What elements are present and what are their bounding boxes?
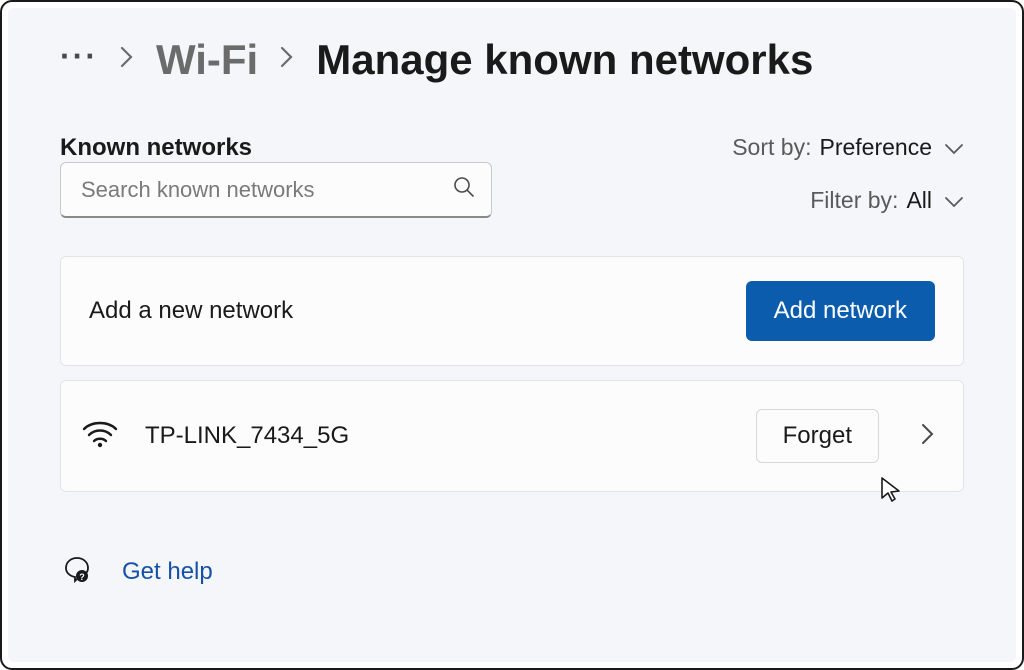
chevron-right-icon xyxy=(120,46,134,74)
filter-by-dropdown[interactable]: Filter by: All xyxy=(810,187,964,214)
breadcrumb-overflow-button[interactable]: ··· xyxy=(60,38,98,83)
help-row: ? Get help xyxy=(60,554,964,589)
breadcrumb-parent-link[interactable]: Wi-Fi xyxy=(156,36,258,84)
filter-by-label: Filter by: xyxy=(810,187,898,214)
forget-button[interactable]: Forget xyxy=(756,409,879,463)
wifi-icon xyxy=(81,419,119,454)
chevron-down-icon xyxy=(944,134,964,161)
sort-by-value: Preference xyxy=(819,134,932,161)
breadcrumb: ··· Wi-Fi Manage known networks xyxy=(60,36,964,84)
cursor-icon xyxy=(879,476,903,509)
chevron-right-icon xyxy=(280,46,294,74)
search-input[interactable] xyxy=(81,177,453,203)
search-box[interactable] xyxy=(60,162,492,218)
get-help-link[interactable]: Get help xyxy=(122,558,213,586)
search-icon xyxy=(453,176,475,203)
sort-by-label: Sort by: xyxy=(732,134,811,161)
filter-by-value: All xyxy=(906,187,932,214)
chevron-down-icon xyxy=(944,187,964,214)
page-title: Manage known networks xyxy=(316,36,813,84)
network-row[interactable]: TP-LINK_7434_5G Forget xyxy=(60,380,964,492)
add-network-label: Add a new network xyxy=(89,297,293,325)
chevron-right-icon[interactable] xyxy=(921,422,935,451)
add-network-button[interactable]: Add network xyxy=(746,281,935,341)
svg-text:?: ? xyxy=(79,572,85,582)
network-name: TP-LINK_7434_5G xyxy=(145,422,730,450)
help-icon: ? xyxy=(62,554,92,589)
section-title: Known networks xyxy=(60,134,252,162)
add-network-card: Add a new network Add network xyxy=(60,256,964,366)
sort-by-dropdown[interactable]: Sort by: Preference xyxy=(732,134,964,161)
